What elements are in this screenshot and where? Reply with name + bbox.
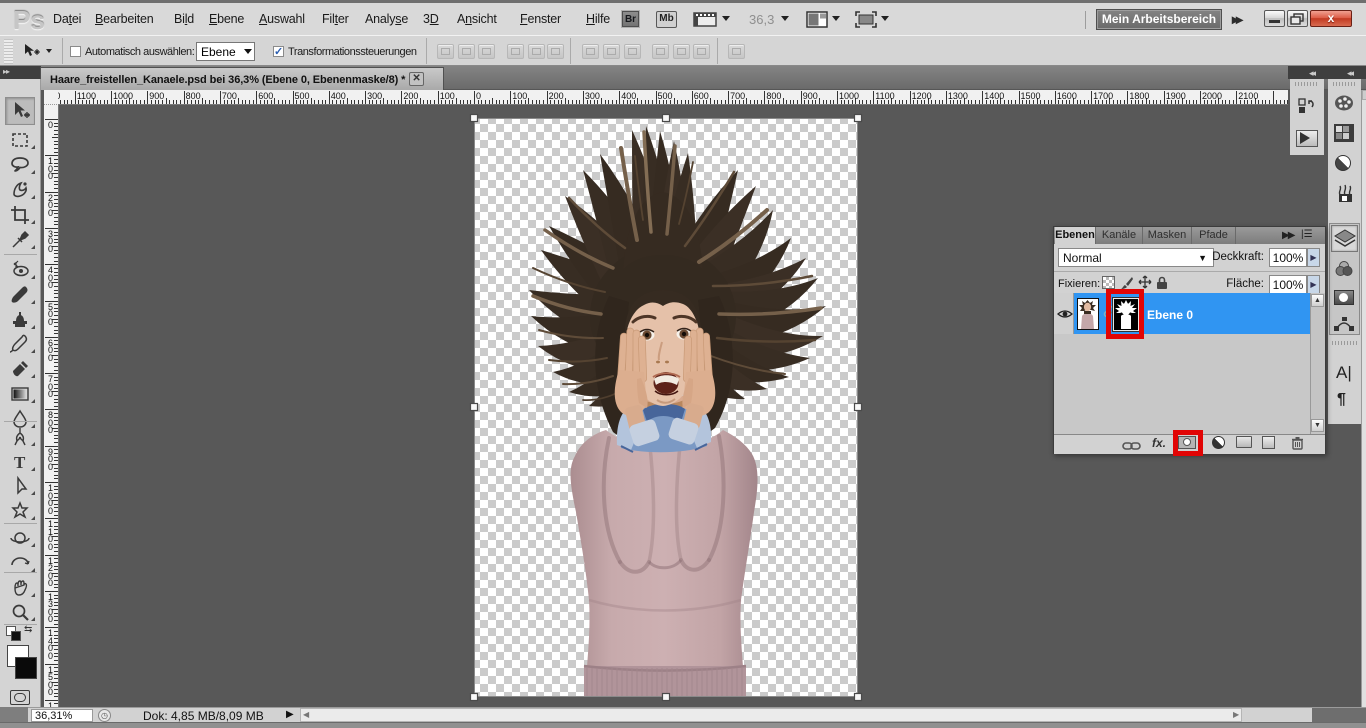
svg-text:T: T: [14, 453, 26, 472]
